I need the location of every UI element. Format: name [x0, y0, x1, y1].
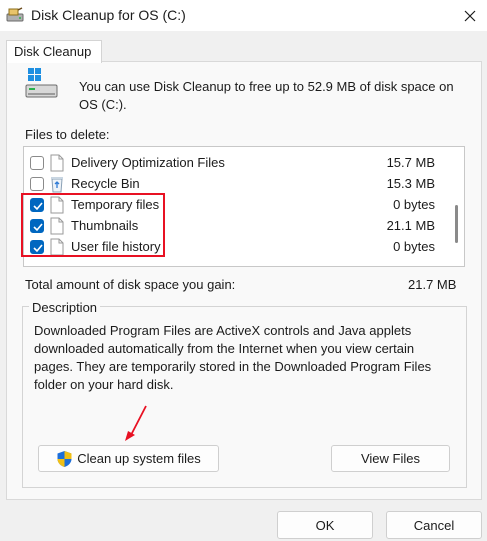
disk-cleanup-app-icon — [6, 7, 24, 23]
ok-label: OK — [315, 517, 335, 533]
uac-shield-icon — [57, 450, 72, 467]
file-size: 21.1 MB — [386, 218, 435, 233]
clean-up-system-files-button[interactable]: Clean up system files — [38, 445, 219, 472]
scrollbar-thumb[interactable] — [455, 205, 458, 243]
description-title: Description — [29, 300, 101, 315]
files-to-delete-label: Files to delete: — [25, 127, 110, 142]
annotation-arrow-icon — [122, 404, 152, 444]
intro-text: You can use Disk Cleanup to free up to 5… — [79, 79, 454, 112]
window-title: Disk Cleanup for OS (C:) — [31, 7, 186, 23]
tab-disk-cleanup[interactable]: Disk Cleanup — [6, 40, 102, 63]
file-name: Recycle Bin — [71, 176, 140, 191]
total-value: 21.7 MB — [408, 277, 457, 292]
annotation-highlight-box — [21, 193, 165, 257]
description-text: Downloaded Program Files are ActiveX con… — [34, 323, 432, 392]
ok-button[interactable]: OK — [277, 511, 373, 539]
view-files-button[interactable]: View Files — [331, 445, 450, 472]
list-item[interactable]: Delivery Optimization Files 15.7 MB — [24, 153, 448, 174]
file-icon — [50, 154, 64, 172]
recycle-bin-icon — [50, 175, 64, 193]
tab-label: Disk Cleanup — [14, 44, 92, 59]
checkbox[interactable] — [30, 177, 44, 191]
cleanup-button-label: Clean up system files — [77, 451, 201, 466]
close-button[interactable] — [452, 0, 487, 31]
file-size: 15.7 MB — [386, 155, 435, 170]
file-size: 15.3 MB — [386, 176, 435, 191]
file-name: Delivery Optimization Files — [71, 155, 225, 170]
cancel-label: Cancel — [413, 517, 455, 533]
cancel-button[interactable]: Cancel — [386, 511, 482, 539]
file-size: 0 bytes — [393, 197, 435, 212]
total-label: Total amount of disk space you gain: — [25, 277, 236, 292]
drive-icon — [25, 67, 59, 101]
view-files-label: View Files — [360, 451, 420, 466]
file-size: 0 bytes — [393, 239, 435, 254]
list-item[interactable]: Recycle Bin 15.3 MB — [24, 174, 448, 195]
close-icon — [464, 10, 475, 21]
checkbox[interactable] — [30, 156, 44, 170]
